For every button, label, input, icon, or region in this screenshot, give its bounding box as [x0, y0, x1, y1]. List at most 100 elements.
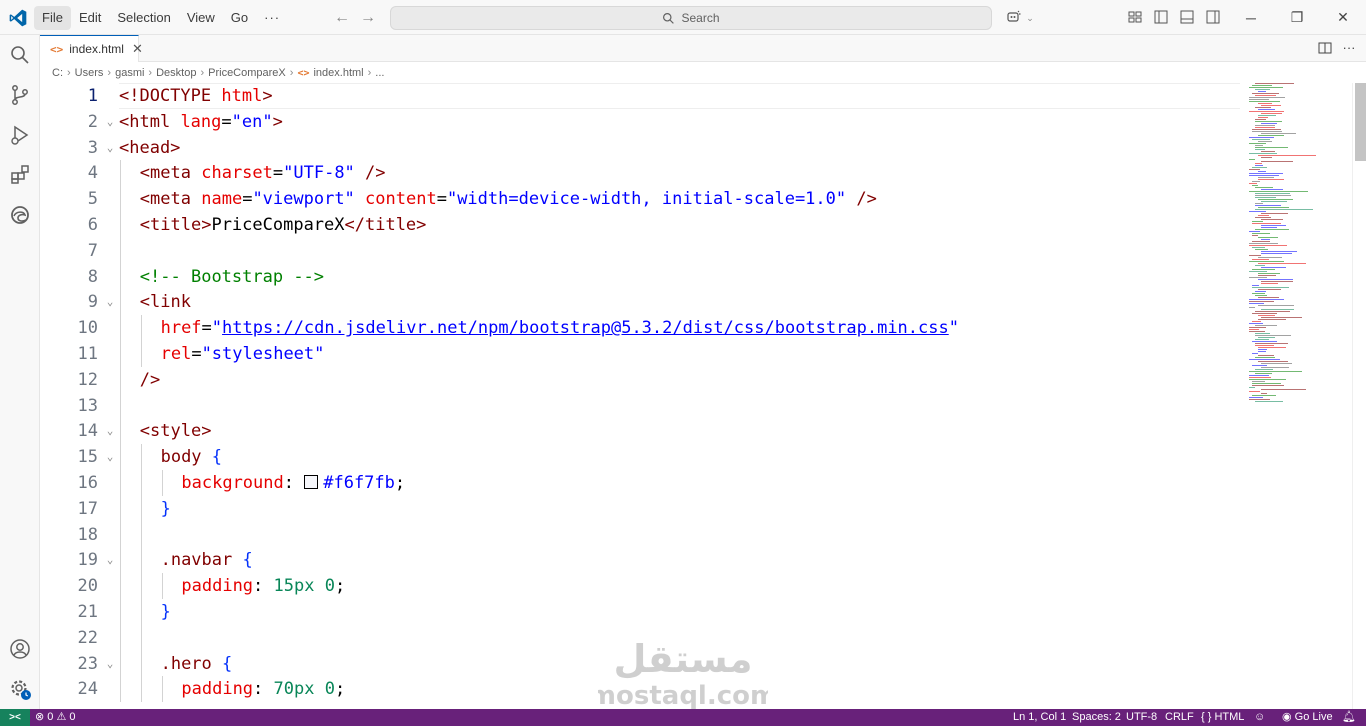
command-search-box[interactable]: Search [390, 6, 992, 30]
minimap-line [1255, 195, 1291, 196]
code-line[interactable]: 21} [40, 599, 1240, 625]
menu-go[interactable]: Go [223, 6, 256, 30]
encoding[interactable]: UTF-8 [1126, 709, 1157, 726]
fold-chevron-icon[interactable]: ⌄ [103, 547, 117, 573]
indentation[interactable]: Spaces: 2 [1072, 709, 1121, 726]
search-icon[interactable] [8, 43, 32, 67]
minimap-line [1258, 315, 1275, 316]
toggle-secondary-sidebar-icon[interactable] [1205, 9, 1221, 25]
line-number: 3 [87, 137, 98, 158]
notifications-bell-icon[interactable]: 🔔︎ [1342, 709, 1356, 726]
code-line[interactable]: 6 <title>PriceCompareX</title> [40, 212, 1240, 238]
toggle-panel-icon[interactable] [1179, 9, 1195, 25]
minimap-line [1255, 119, 1266, 120]
code-line[interactable]: 1 <!DOCTYPE html> [40, 83, 1240, 109]
code-line[interactable]: 11 rel="stylesheet" [40, 341, 1240, 367]
toggle-primary-sidebar-icon[interactable] [1153, 9, 1169, 25]
minimap-line [1249, 375, 1269, 376]
minimap-line [1258, 135, 1284, 136]
problems-indicator[interactable]: ⊗ 0 ⚠ 0 [35, 709, 76, 726]
code-line[interactable]: 7 [40, 237, 1240, 264]
end-of-line[interactable]: CRLF [1165, 709, 1194, 726]
fold-chevron-icon[interactable]: ⌄ [103, 109, 117, 135]
code-line[interactable]: 5 <meta name="viewport" content="width=de… [40, 186, 1240, 213]
fold-chevron-icon[interactable]: ⌄ [103, 289, 117, 315]
minimap-line [1261, 253, 1292, 254]
code-line[interactable]: 14 ⌄ <style> [40, 418, 1240, 445]
minimap-line [1249, 397, 1263, 398]
source-control-icon[interactable] [8, 83, 32, 107]
scrollbar-thumb[interactable] [1355, 83, 1366, 161]
code-line[interactable]: 8 <!-- Bootstrap --> [40, 263, 1240, 290]
restore-icon[interactable]: ❐ [1274, 0, 1320, 35]
breadcrumb-item[interactable]: index.html [313, 67, 363, 79]
code-editor[interactable]: 1 <!DOCTYPE html> 2 ⌄ <html lang="en"> 3 ⌄ <hea… [40, 83, 1366, 709]
breadcrumb-item[interactable]: Users [75, 67, 104, 79]
fold-chevron-icon[interactable]: ⌄ [103, 444, 117, 470]
breadcrumb-item[interactable]: ... [375, 67, 384, 79]
breadcrumb: C: › Users › gasmi › Desktop › PriceCompareX… [52, 63, 384, 83]
tab-index-html[interactable]: <> index.html ✕ [40, 35, 143, 62]
minimap-line [1258, 297, 1279, 298]
copilot-chevron-down-icon[interactable]: ⌄ [1020, 8, 1040, 28]
code-line[interactable]: 17} [40, 495, 1240, 522]
close-tab-icon[interactable]: ✕ [132, 41, 143, 57]
minimap-line [1261, 157, 1272, 158]
code-line[interactable]: 4 <meta charset="UTF-8" /> [40, 160, 1240, 187]
feedback-icon[interactable]: ☺ [1254, 709, 1265, 726]
menu-edit[interactable]: Edit [71, 6, 109, 30]
minimap-line [1255, 163, 1262, 164]
breadcrumb-item[interactable]: PriceCompareX [208, 67, 286, 79]
minimap-line [1255, 229, 1289, 230]
minimap-line [1252, 235, 1258, 236]
vertical-scrollbar[interactable] [1352, 83, 1366, 709]
cursor-position[interactable]: Ln 1, Col 1 [1013, 709, 1066, 726]
minimap-line [1258, 199, 1293, 200]
run-debug-icon[interactable] [8, 123, 32, 147]
code-line[interactable]: 9 ⌄ <link [40, 289, 1240, 316]
minimize-icon[interactable]: ─ [1228, 0, 1274, 35]
account-icon[interactable] [8, 637, 32, 661]
code-line[interactable]: 2 ⌄ <html lang="en"> [40, 109, 1240, 135]
forward-arrow-icon[interactable]: → [358, 8, 378, 28]
remote-indicator-icon[interactable]: >< [0, 709, 30, 726]
breadcrumb-item[interactable]: Desktop [156, 67, 196, 79]
editor-tab-bar: <> index.html ✕ ··· [40, 35, 1366, 62]
code-line[interactable]: 16 background: #f6f7fb; [40, 470, 1240, 496]
minimap-line [1252, 233, 1270, 234]
edge-devtools-icon[interactable] [8, 203, 32, 227]
fold-chevron-icon[interactable]: ⌄ [103, 418, 117, 444]
back-arrow-icon[interactable]: ← [332, 8, 352, 28]
fold-chevron-icon[interactable]: ⌄ [103, 135, 117, 161]
extensions-icon[interactable] [8, 163, 32, 187]
code-line[interactable]: 12 /> [40, 366, 1240, 393]
breadcrumb-item[interactable]: C: [52, 67, 63, 79]
line-number: 18 [77, 524, 98, 545]
menu-view[interactable]: View [179, 6, 223, 30]
close-window-icon[interactable]: ✕ [1320, 0, 1366, 35]
more-actions-icon[interactable]: ··· [1341, 40, 1357, 56]
code-line[interactable]: 3 ⌄ <head> [40, 135, 1240, 161]
code-line[interactable]: 19 ⌄ .navbar { [40, 547, 1240, 574]
manage-gear-icon[interactable] [8, 677, 32, 701]
code-line[interactable]: 15 ⌄ body { [40, 444, 1240, 471]
fold-chevron-icon[interactable]: ⌄ [103, 651, 117, 677]
breadcrumb-item[interactable]: gasmi [115, 67, 144, 79]
code-line[interactable]: 20 padding: 15px 0; [40, 573, 1240, 600]
minimap-line [1252, 365, 1267, 366]
line-number: 12 [77, 369, 98, 390]
minimap-line [1252, 341, 1277, 342]
code-line[interactable]: 18 [40, 521, 1240, 548]
customize-layout-icon[interactable] [1127, 9, 1143, 25]
menu-file[interactable]: File [34, 6, 71, 30]
code-line[interactable]: 10 href="https://cdn.jsdelivr.net/npm/boo… [40, 315, 1240, 342]
code-line[interactable]: 13 [40, 392, 1240, 419]
minimap-line [1252, 321, 1261, 322]
language-mode[interactable]: { } HTML [1201, 709, 1244, 726]
go-live-button[interactable]: ◉ Go Live [1282, 709, 1333, 726]
menu-more-button[interactable]: ··· [256, 6, 288, 30]
menu-selection[interactable]: Selection [109, 6, 178, 30]
minimap-line [1252, 385, 1284, 386]
split-editor-icon[interactable] [1317, 40, 1333, 56]
minimap[interactable] [1245, 83, 1355, 413]
